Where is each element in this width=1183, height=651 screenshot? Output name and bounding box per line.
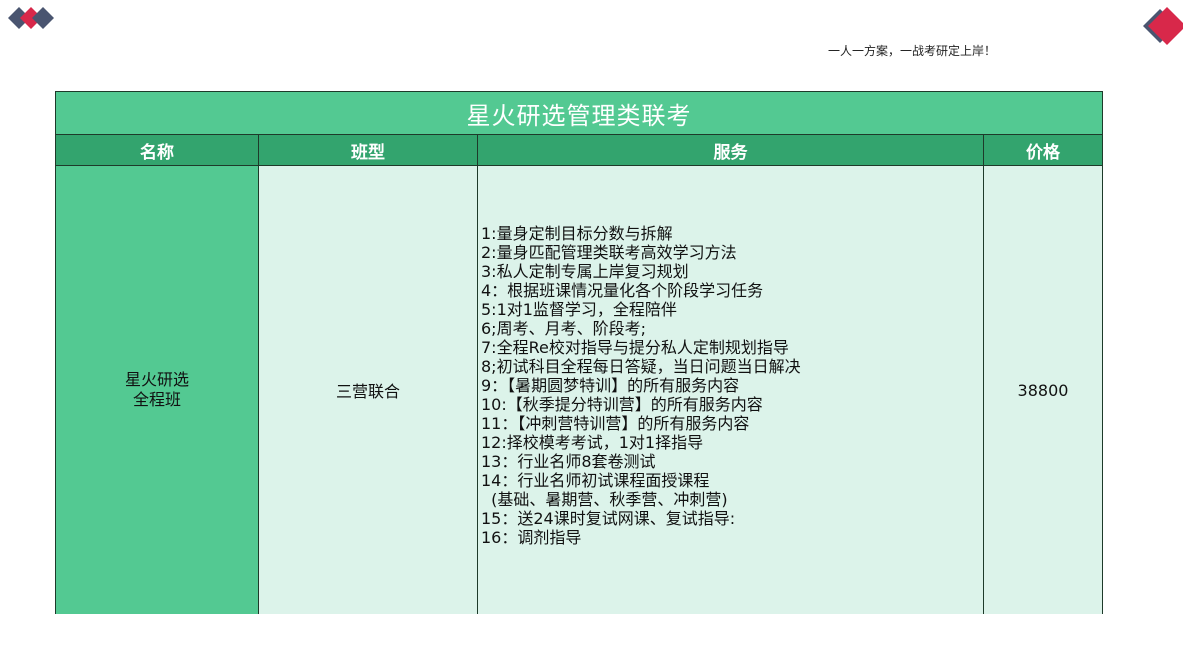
service-item: 16：调剂指导 <box>481 527 582 547</box>
column-header-price: 价格 <box>983 134 1103 166</box>
column-header-name: 名称 <box>55 134 259 166</box>
cell-course-name: 星火研选 全程班 <box>55 165 259 614</box>
logo-diamond-red <box>1148 7 1183 45</box>
logo-diamond-navy-right <box>32 7 54 29</box>
service-item: 13：行业名师8套卷测试 <box>481 451 656 471</box>
column-header-type: 班型 <box>258 134 478 166</box>
course-name-line1: 星火研选 <box>124 370 189 389</box>
service-item: 15：送24课时复试网课、复试指导: <box>481 508 736 528</box>
slogan-text: 一人一方案，一战考研定上岸！ <box>828 44 997 58</box>
cell-services: 1:量身定制目标分数与拆解 2:量身匹配管理类联考高效学习方法 3:私人定制专属… <box>477 165 984 614</box>
service-item: 5:1对1监督学习，全程陪伴 <box>481 299 677 319</box>
table-title-row: 星火研选管理类联考 <box>55 91 1103 135</box>
column-header-service: 服务 <box>477 134 984 166</box>
service-item: 7:全程Re校对指导与提分私人定制规划指导 <box>481 337 789 357</box>
brand-logo-left <box>8 7 54 29</box>
service-item: 3:私人定制专属上岸复习规划 <box>481 261 689 281</box>
service-item: 1:量身定制目标分数与拆解 <box>481 223 673 243</box>
table-title: 星火研选管理类联考 <box>55 91 1103 135</box>
course-name-line2: 全程班 <box>132 390 181 409</box>
service-item: 12:择校模考考试，1对1择指导 <box>481 432 704 452</box>
table-row: 星火研选 全程班 三营联合 1:量身定制目标分数与拆解 2:量身匹配管理类联考高… <box>55 165 1103 614</box>
service-item: 14：行业名师初试课程面授课程 <box>481 470 710 490</box>
cell-price: 38800 <box>983 165 1103 614</box>
service-item: 6;周考、月考、阶段考; <box>481 318 646 338</box>
brand-logo-right <box>1143 7 1183 45</box>
table-header-row: 名称 班型 服务 价格 <box>55 134 1103 166</box>
service-item: 8;初试科目全程每日答疑，当日问题当日解决 <box>481 356 801 376</box>
service-item: 9：【暑期圆梦特训】的所有服务内容 <box>481 375 740 395</box>
service-item: 10:【秋季提分特训营】的所有服务内容 <box>481 394 763 414</box>
service-item: (基础、暑期营、秋季营、冲刺营) <box>481 489 728 509</box>
service-item: 2:量身匹配管理类联考高效学习方法 <box>481 242 737 262</box>
cell-class-type: 三营联合 <box>258 165 478 614</box>
service-item: 4：根据班课情况量化各个阶段学习任务 <box>481 280 764 300</box>
price-table: 星火研选管理类联考 名称 班型 服务 价格 星火研选 全程班 三营联合 1:量身… <box>55 91 1103 614</box>
service-item: 11：【冲刺营特训营】的所有服务内容 <box>481 413 750 433</box>
service-list: 1:量身定制目标分数与拆解 2:量身匹配管理类联考高效学习方法 3:私人定制专属… <box>481 224 983 547</box>
